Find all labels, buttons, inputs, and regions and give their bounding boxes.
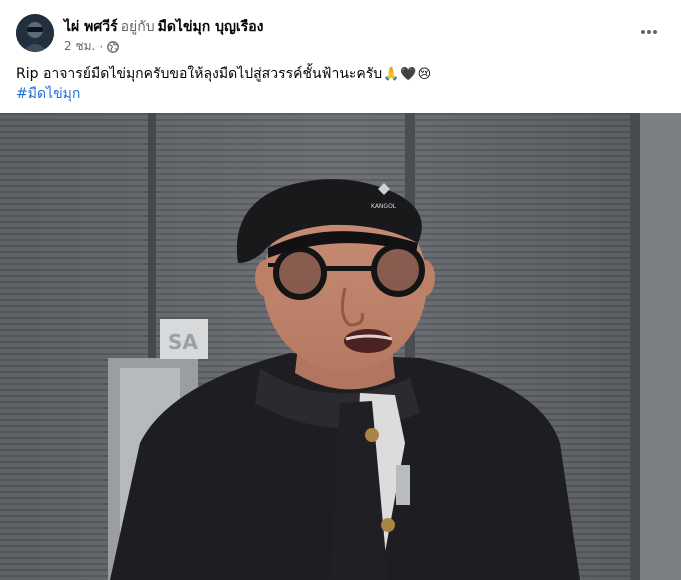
tagged-person-link[interactable]: มืดไข่มุก บุญเรือง <box>158 19 264 35</box>
feed-post: ไผ่ พศวีร์ อยู่กับ มืดไข่มุก บุญเรือง 2 ชม… <box>0 0 681 580</box>
pray-emoji: 🙏 <box>383 67 400 82</box>
photo-sign-text: SA <box>168 330 198 354</box>
black-heart-emoji: 🖤 <box>400 67 417 82</box>
post-caption: Rip อาจารย์มืดไข่มุกครับขอให้ลุงมืดไปสู่… <box>16 64 665 85</box>
with-text: อยู่กับ <box>120 19 155 35</box>
post-photo[interactable]: SA KANGOL <box>0 113 681 580</box>
photo-cap-text: KANGOL <box>371 203 397 210</box>
crying-face-emoji: 😢 <box>417 67 432 82</box>
post-header: ไผ่ พศวีร์ อยู่กับ มืดไข่มุก บุญเรือง 2 ชม… <box>16 10 665 54</box>
caption-text: Rip อาจารย์มืดไข่มุกครับขอให้ลุงมืดไปสู่… <box>16 66 383 82</box>
post-timestamp-link[interactable]: 2 ชม. <box>64 37 95 56</box>
post-meta: 2 ชม. · <box>64 37 120 56</box>
hashtag-link[interactable]: #มืดไข่มุก <box>16 83 80 105</box>
author-name-link[interactable]: ไผ่ พศวีร์ <box>64 19 118 35</box>
author-avatar[interactable] <box>16 14 54 52</box>
globe-icon[interactable] <box>107 40 120 53</box>
ellipsis-icon <box>641 30 657 34</box>
meta-separator: · <box>99 39 104 54</box>
more-options-button[interactable] <box>635 18 663 46</box>
post-title-line: ไผ่ พศวีร์ อยู่กับ มืดไข่มุก บุญเรือง <box>64 16 263 38</box>
